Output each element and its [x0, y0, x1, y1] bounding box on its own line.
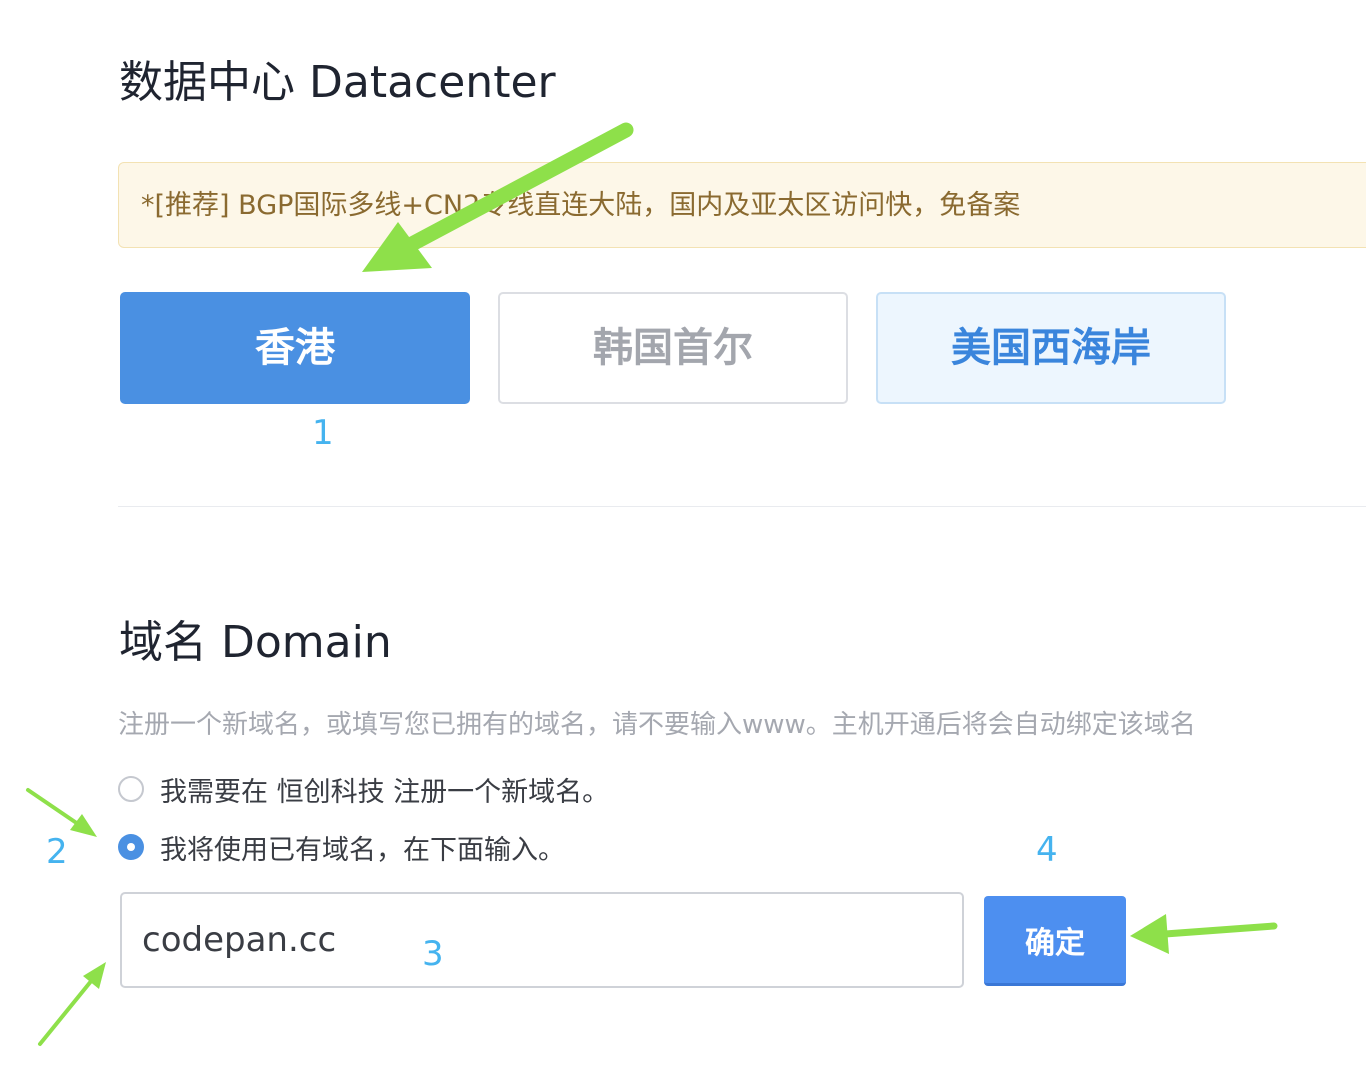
radio-use-existing-domain[interactable]: 我将使用已有域名，在下面输入。: [118, 831, 565, 866]
datacenter-title: 数据中心 Datacenter: [119, 57, 556, 108]
page: 数据中心 Datacenter *[推荐] BGP国际多线+CN2专线直连大陆，…: [0, 0, 1366, 1084]
radio-unchecked-icon[interactable]: [118, 776, 144, 802]
radio-checked-icon[interactable]: [118, 834, 144, 860]
step-number-4: 4: [1036, 830, 1058, 870]
datacenter-option-hongkong[interactable]: 香港: [120, 292, 470, 404]
domain-title: 域名 Domain: [119, 617, 392, 668]
datacenter-notice: *[推荐] BGP国际多线+CN2专线直连大陆，国内及亚太区访问快，免备案: [118, 162, 1366, 248]
section-divider: [118, 506, 1366, 507]
datacenter-option-us-west[interactable]: 美国西海岸: [876, 292, 1226, 404]
radio-register-new-domain[interactable]: 我需要在 恒创科技 注册一个新域名。: [118, 773, 609, 808]
step-number-1: 1: [312, 413, 334, 453]
radio-register-new-domain-label: 我需要在 恒创科技 注册一个新域名。: [160, 776, 610, 808]
arrow-to-input: [38, 962, 106, 1046]
confirm-button[interactable]: 确定: [984, 896, 1126, 986]
step-number-3: 3: [422, 934, 444, 974]
arrow-to-confirm: [1130, 914, 1278, 954]
domain-input[interactable]: [120, 892, 964, 988]
arrow-to-radio: [26, 788, 97, 837]
domain-hint: 注册一个新域名，或填写您已拥有的域名，请不要输入www。主机开通后将会自动绑定该…: [118, 710, 1196, 740]
radio-use-existing-domain-label: 我将使用已有域名，在下面输入。: [160, 834, 565, 866]
datacenter-option-seoul[interactable]: 韩国首尔: [498, 292, 848, 404]
step-number-2: 2: [46, 832, 68, 872]
